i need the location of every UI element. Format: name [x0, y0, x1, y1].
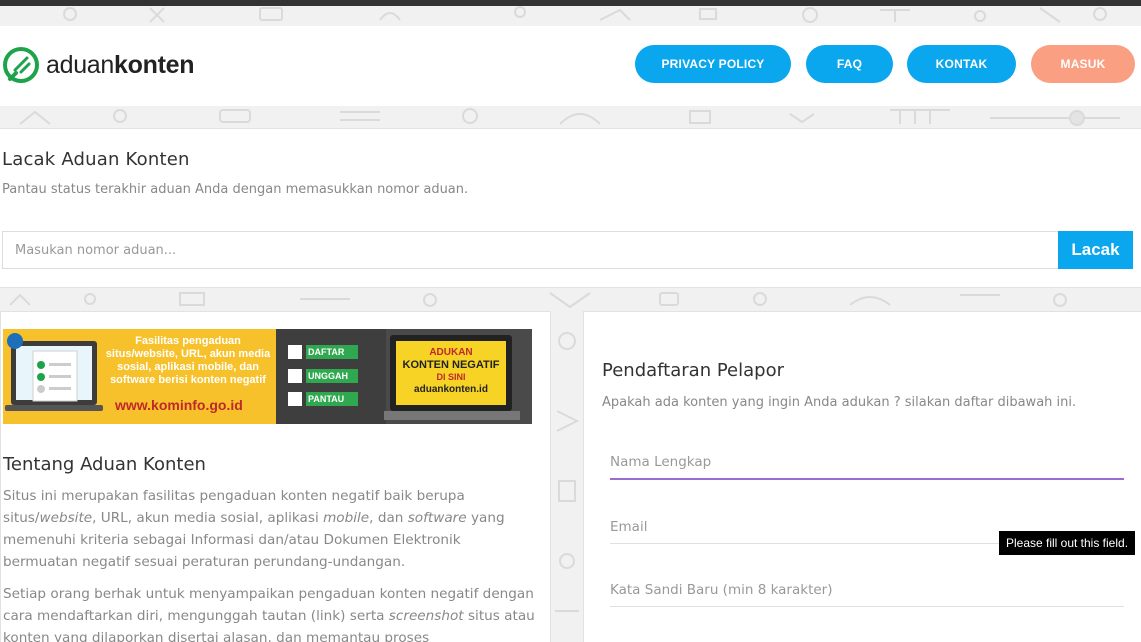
registration-subtitle: Apakah ada konten yang ingin Anda adukan… [602, 395, 1077, 410]
site-header: aduankonten PRIVACY POLICY FAQ KONTAK MA… [0, 26, 1141, 106]
lacak-button[interactable]: Lacak [1058, 231, 1133, 269]
banner-step-pantau: PANTAU [308, 394, 345, 404]
banner-line-1: Fasilitas pengaduan [135, 335, 241, 347]
validation-tooltip: Please fill out this field. [999, 531, 1135, 555]
banner-screen-line-2: KONTEN NEGATIF [402, 359, 500, 371]
banner-screen-line-1: ADUKAN [429, 347, 473, 358]
track-subtitle: Pantau status terakhir aduan Anda dengan… [2, 182, 469, 197]
banner-screen-text: ADUKAN KONTEN NEGATIF DI SINI aduankonte… [396, 347, 506, 397]
track-title: Lacak Aduan Konten [2, 149, 190, 170]
about-card: Fasilitas pengaduan situs/website, URL, … [0, 311, 551, 642]
kontak-button[interactable]: KONTAK [907, 45, 1016, 83]
promo-banner[interactable]: Fasilitas pengaduan situs/website, URL, … [3, 329, 532, 424]
about-p1-software: software [407, 510, 467, 526]
logo-suffix: konten [114, 50, 195, 79]
track-complaint-panel: Lacak Aduan Konten Pantau status terakhi… [0, 128, 1141, 288]
about-p1-website: website [39, 510, 93, 526]
background-doodle-top [0, 6, 1141, 26]
about-p1-c: , URL, akun media sosial, aplikasi [92, 510, 324, 526]
faq-button[interactable]: FAQ [806, 45, 893, 83]
logo-text: aduankonten [46, 51, 194, 80]
new-password-input[interactable] [610, 573, 1124, 607]
banner-line-2: situs/website, URL, akun media [105, 348, 271, 360]
registration-card: Pendaftaran Pelapor Apakah ada konten ya… [583, 311, 1141, 642]
about-paragraph-2: Setiap orang berhak untuk menyampaikan p… [3, 583, 538, 642]
background-doodle-lower [0, 289, 1141, 311]
about-p1-mobile: mobile [323, 510, 370, 526]
about-paragraph-1: Situs ini merupakan fasilitas pengaduan … [3, 485, 538, 573]
about-p2-screenshot: screenshot [388, 608, 464, 624]
logo-icon [3, 47, 39, 83]
banner-screen-site: aduankonten.id [414, 384, 488, 395]
background-doodle-mid [0, 106, 1141, 128]
full-name-input[interactable] [610, 446, 1124, 480]
registration-title: Pendaftaran Pelapor [602, 360, 784, 381]
about-title: Tentang Aduan Konten [3, 454, 206, 475]
banner-text: Fasilitas pengaduan situs/website, URL, … [103, 335, 273, 387]
banner-screen-line-3: DI SINI [436, 372, 466, 382]
complaint-number-input[interactable] [2, 231, 1059, 269]
privacy-policy-button[interactable]: PRIVACY POLICY [635, 45, 791, 83]
background-doodle-gap [551, 311, 583, 642]
banner-url: www.kominfo.go.id [115, 397, 243, 413]
site-logo[interactable]: aduankonten [2, 46, 194, 84]
about-text: Situs ini merupakan fasilitas pengaduan … [3, 485, 538, 642]
banner-line-4: software berisi konten negatif [110, 374, 266, 386]
logo-prefix: aduan [46, 50, 115, 79]
about-p1-e: , dan [369, 510, 408, 526]
banner-line-3: sosial, aplikasi mobile, dan [117, 361, 259, 373]
masuk-button[interactable]: MASUK [1031, 45, 1135, 83]
banner-step-unggah: UNGGAH [308, 371, 348, 381]
banner-step-daftar: DAFTAR [308, 347, 345, 357]
